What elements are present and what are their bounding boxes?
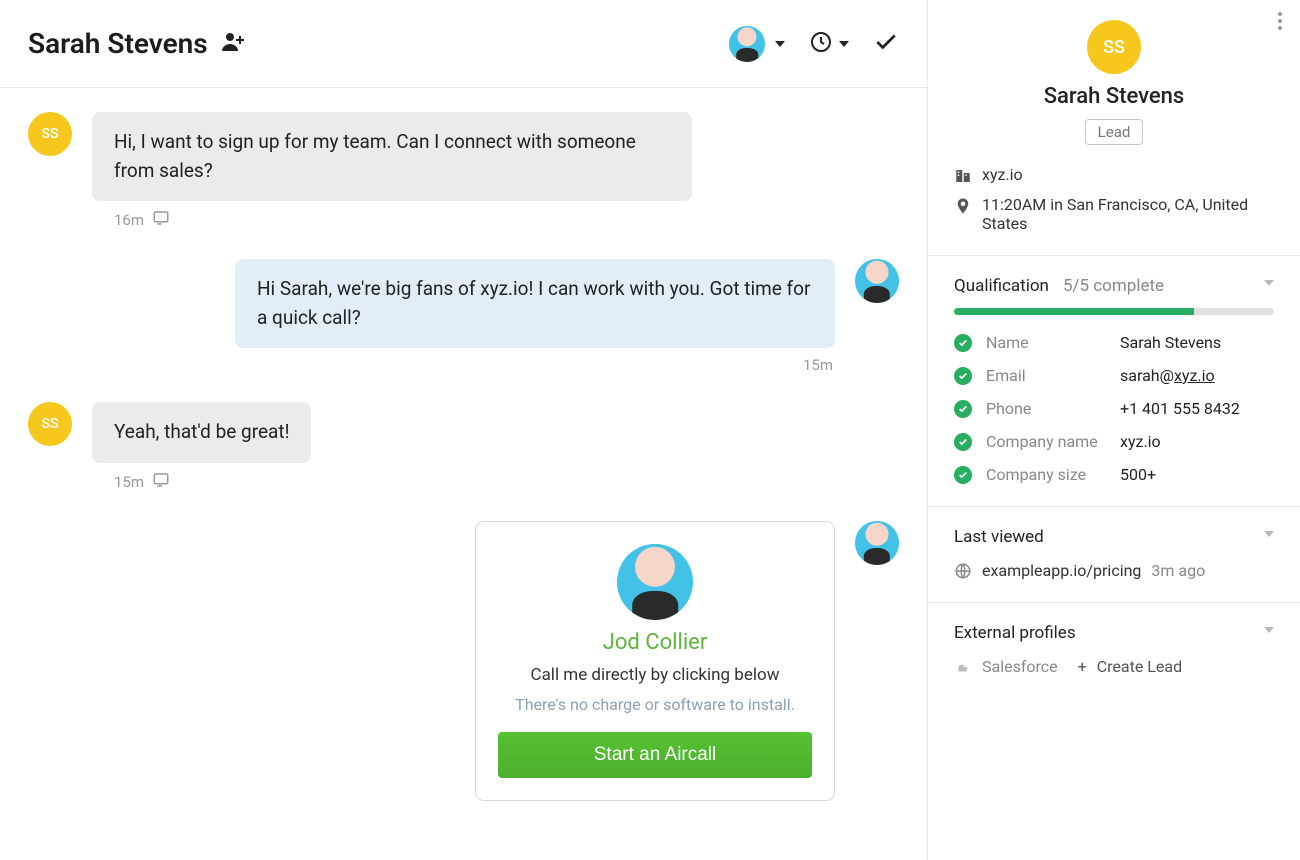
plus-icon: +: [1078, 657, 1087, 676]
agent-avatar-large: [617, 544, 693, 620]
qualification-progress-label: 5/5 complete: [1063, 276, 1164, 296]
salesforce-icon: [954, 658, 972, 676]
location-icon: [954, 197, 972, 215]
last-viewed-url: exampleapp.io/pricing: [982, 561, 1141, 580]
qualification-row: Phone +1 401 555 8432: [954, 399, 1274, 418]
last-viewed-row[interactable]: exampleapp.io/pricing 3m ago: [954, 561, 1274, 580]
section-title: Qualification: [954, 276, 1049, 296]
agent-avatar: [729, 26, 765, 62]
company-value: xyz.io: [982, 165, 1023, 184]
more-menu-icon[interactable]: [1278, 12, 1282, 30]
field-label: Phone: [986, 399, 1106, 418]
last-viewed-section: Last viewed exampleapp.io/pricing 3m ago: [928, 506, 1300, 602]
field-label: Company name: [986, 432, 1106, 451]
message-meta: 16m: [114, 209, 899, 231]
header-actions: [729, 26, 899, 62]
field-value: 500+: [1120, 465, 1156, 484]
last-viewed-time: 3m ago: [1151, 561, 1205, 580]
company-row: xyz.io: [954, 165, 1274, 185]
qualification-row: Company size 500+: [954, 465, 1274, 484]
message-row: Hi Sarah, we're big fans of xyz.io! I ca…: [28, 259, 899, 348]
field-value: Sarah Stevens: [1120, 333, 1221, 352]
conversation-pane: Sarah Stevens SS Hi, I want to: [0, 0, 928, 860]
snooze-picker[interactable]: [809, 30, 849, 58]
building-icon: [954, 167, 972, 185]
qualification-row: Company name xyz.io: [954, 432, 1274, 451]
contact-avatar: SS: [28, 112, 72, 156]
message-meta: 15m: [114, 471, 899, 493]
card-subtitle: Call me directly by clicking below: [531, 665, 780, 685]
qualification-list: Name Sarah Stevens Email sarah@xyz.io Ph…: [954, 333, 1274, 484]
chevron-down-icon: [839, 41, 849, 47]
qualification-row: Name Sarah Stevens: [954, 333, 1274, 352]
message-row: SS Hi, I want to sign up for my team. Ca…: [28, 112, 899, 201]
external-profile-provider: Salesforce: [982, 657, 1058, 676]
chevron-down-icon: [1264, 280, 1274, 286]
field-value: sarah@xyz.io: [1120, 366, 1215, 385]
start-call-button[interactable]: Start an Aircall: [498, 732, 812, 778]
sidebar-info: xyz.io 11:20AM in San Francisco, CA, Uni…: [954, 165, 1274, 233]
agent-avatar: [855, 259, 899, 303]
clock-icon: [809, 30, 833, 58]
message-row: SS Yeah, that'd be great!: [28, 402, 899, 463]
message-time: 15m: [803, 356, 833, 374]
card-note: There's no charge or software to install…: [515, 695, 795, 714]
email-domain-link[interactable]: xyz.io: [1174, 366, 1215, 385]
contact-name: Sarah Stevens: [28, 27, 208, 60]
create-lead-button[interactable]: Create Lead: [1097, 657, 1182, 676]
qualification-progress-bar: [954, 308, 1274, 315]
field-value: xyz.io: [1120, 432, 1161, 451]
message-meta: 15m: [28, 356, 833, 374]
external-profiles-section: External profiles Salesforce + Create Le…: [928, 602, 1300, 698]
seen-icon: [152, 209, 170, 231]
chevron-down-icon: [1264, 627, 1274, 633]
contact-avatar: SS: [28, 402, 72, 446]
sidebar-header: SS Sarah Stevens Lead xyz.io 11:20AM in …: [928, 0, 1300, 255]
call-card: Jod Collier Call me directly by clicking…: [475, 521, 835, 801]
close-conversation-button[interactable]: [873, 29, 899, 59]
lead-badge[interactable]: Lead: [1085, 119, 1144, 145]
qualification-section: Qualification 5/5 complete Name Sarah St…: [928, 255, 1300, 506]
message-bubble[interactable]: Hi Sarah, we're big fans of xyz.io! I ca…: [235, 259, 835, 348]
message-bubble[interactable]: Hi, I want to sign up for my team. Can I…: [92, 112, 692, 201]
chevron-down-icon: [1264, 531, 1274, 537]
section-header[interactable]: Qualification 5/5 complete: [954, 276, 1274, 296]
assignee-picker[interactable]: [729, 26, 785, 62]
globe-icon: [954, 562, 972, 580]
message-time: 15m: [114, 473, 144, 491]
conversation-header: Sarah Stevens: [0, 0, 927, 88]
agent-avatar: [855, 521, 899, 565]
sidebar-contact-name: Sarah Stevens: [1044, 84, 1185, 109]
check-icon: [954, 433, 972, 451]
external-profile-row: Salesforce + Create Lead: [954, 657, 1274, 676]
location-row: 11:20AM in San Francisco, CA, United Sta…: [954, 195, 1274, 233]
message-row: Jod Collier Call me directly by clicking…: [28, 521, 899, 801]
location-value: 11:20AM in San Francisco, CA, United Sta…: [982, 195, 1274, 233]
field-value: +1 401 555 8432: [1120, 399, 1240, 418]
section-header[interactable]: External profiles: [954, 623, 1274, 643]
conversation-thread: SS Hi, I want to sign up for my team. Ca…: [0, 88, 927, 860]
chevron-down-icon: [775, 41, 785, 47]
field-label: Name: [986, 333, 1106, 352]
message-time: 16m: [114, 211, 144, 229]
field-label: Company size: [986, 465, 1106, 484]
header-left: Sarah Stevens: [28, 27, 246, 60]
contact-avatar-large: SS: [1087, 20, 1141, 74]
field-label: Email: [986, 366, 1106, 385]
check-icon: [954, 400, 972, 418]
message-bubble[interactable]: Yeah, that'd be great!: [92, 402, 311, 463]
seen-icon: [152, 471, 170, 493]
qualification-row: Email sarah@xyz.io: [954, 366, 1274, 385]
check-icon: [954, 466, 972, 484]
add-user-icon[interactable]: [222, 31, 246, 57]
check-icon: [954, 334, 972, 352]
section-header[interactable]: Last viewed: [954, 527, 1274, 547]
section-title: External profiles: [954, 623, 1076, 643]
card-agent-name: Jod Collier: [603, 630, 708, 655]
check-icon: [954, 367, 972, 385]
section-title: Last viewed: [954, 527, 1044, 547]
contact-sidebar: SS Sarah Stevens Lead xyz.io 11:20AM in …: [928, 0, 1300, 860]
